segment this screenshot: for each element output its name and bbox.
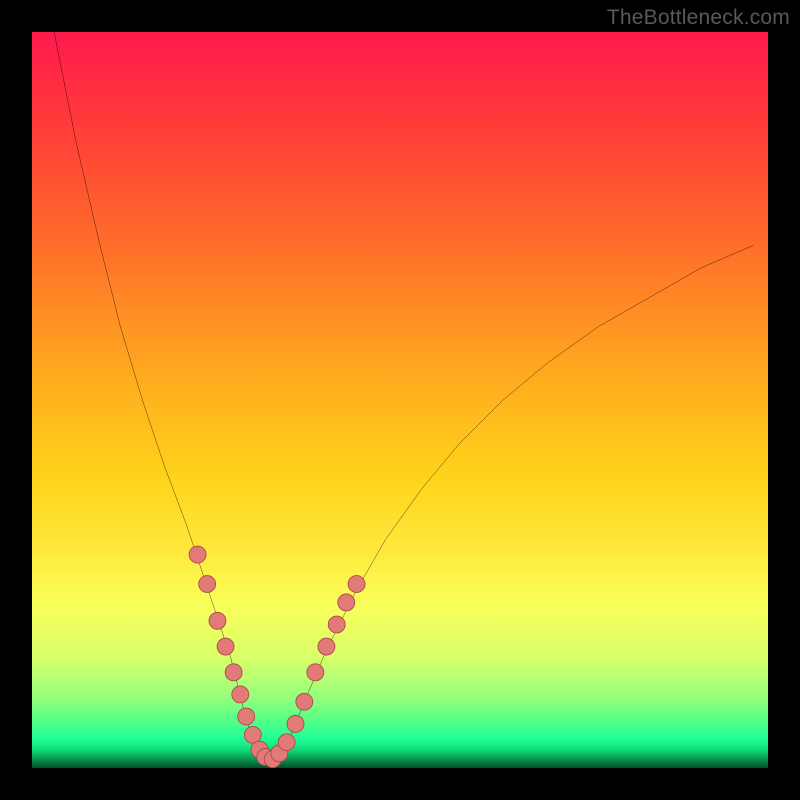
marker-point	[238, 708, 255, 725]
marker-point	[296, 693, 313, 710]
marker-point	[307, 664, 324, 681]
marker-point	[217, 638, 234, 655]
marker-point	[338, 594, 355, 611]
marker-layer	[32, 32, 768, 768]
marker-point	[225, 664, 242, 681]
highlight-markers	[189, 546, 365, 768]
plot-area	[32, 32, 768, 768]
chart-frame: TheBottleneck.com	[0, 0, 800, 800]
marker-point	[199, 576, 216, 593]
watermark-text: TheBottleneck.com	[607, 6, 790, 30]
marker-point	[278, 734, 295, 751]
marker-point	[348, 576, 365, 593]
marker-point	[232, 686, 249, 703]
marker-point	[318, 638, 335, 655]
marker-point	[328, 616, 345, 633]
marker-point	[209, 612, 226, 629]
marker-point	[189, 546, 206, 563]
marker-point	[287, 715, 304, 732]
